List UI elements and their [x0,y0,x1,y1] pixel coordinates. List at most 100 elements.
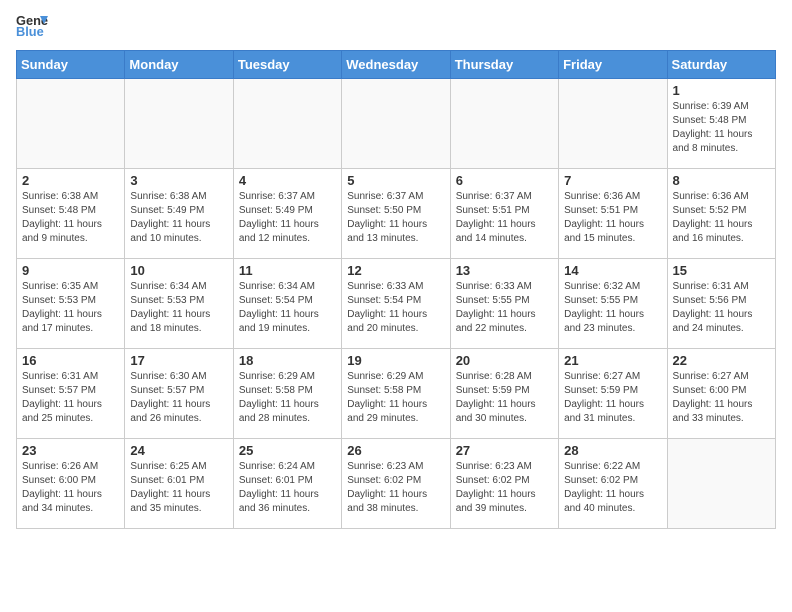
day-number: 4 [239,173,336,188]
day-number: 8 [673,173,770,188]
calendar-cell: 15 Sunrise: 6:31 AM Sunset: 5:56 PM Dayli… [667,259,775,349]
day-number: 10 [130,263,227,278]
day-info: Sunrise: 6:33 AM Sunset: 5:55 PM Dayligh… [456,280,553,336]
day-info: Sunrise: 6:27 AM Sunset: 6:00 PM Dayligh… [673,370,770,426]
weekday-header-thursday: Thursday [450,51,558,79]
svg-text:Blue: Blue [16,24,44,39]
day-number: 7 [564,173,661,188]
calendar-cell [450,79,558,169]
day-info: Sunrise: 6:39 AM Sunset: 5:48 PM Dayligh… [673,100,770,156]
day-number: 12 [347,263,444,278]
weekday-header-friday: Friday [559,51,667,79]
calendar-cell: 25Sunrise: 6:24 AM Sunset: 6:01 PM Dayli… [233,439,341,529]
day-info: Sunrise: 6:29 AM Sunset: 5:58 PM Dayligh… [347,370,444,426]
calendar-cell: 28Sunrise: 6:22 AM Sunset: 6:02 PM Dayli… [559,439,667,529]
calendar-cell [667,439,775,529]
day-info: Sunrise: 6:29 AM Sunset: 5:58 PM Dayligh… [239,370,336,426]
weekday-header-monday: Monday [125,51,233,79]
day-number: 19 [347,353,444,368]
week-row-5: 23 Sunrise: 6:26 AM Sunset: 6:00 PM Dayli… [17,439,776,529]
day-number: 14 [564,263,661,278]
calendar-cell: 6 Sunrise: 6:37 AM Sunset: 5:51 PM Daylig… [450,169,558,259]
calendar-cell: 3 Sunrise: 6:38 AM Sunset: 5:49 PM Daylig… [125,169,233,259]
calendar-cell: 13 Sunrise: 6:33 AM Sunset: 5:55 PM Dayli… [450,259,558,349]
day-info: Sunrise: 6:27 AM Sunset: 5:59 PM Dayligh… [564,370,661,426]
calendar-cell: 23 Sunrise: 6:26 AM Sunset: 6:00 PM Dayli… [17,439,125,529]
day-info: Sunrise: 6:25 AM Sunset: 6:01 PM Dayligh… [130,460,227,516]
calendar-cell: 10 Sunrise: 6:34 AM Sunset: 5:53 PM Dayli… [125,259,233,349]
day-info: Sunrise: 6:31 AM Sunset: 5:57 PM Dayligh… [22,370,119,426]
calendar-cell: 22 Sunrise: 6:27 AM Sunset: 6:00 PM Dayli… [667,349,775,439]
weekday-header-saturday: Saturday [667,51,775,79]
calendar-cell: 24Sunrise: 6:25 AM Sunset: 6:01 PM Dayli… [125,439,233,529]
day-number: 16 [22,353,119,368]
calendar-cell: 2Sunrise: 6:38 AM Sunset: 5:48 PM Daylig… [17,169,125,259]
day-number: 6 [456,173,553,188]
calendar-cell: 1 Sunrise: 6:39 AM Sunset: 5:48 PM Daylig… [667,79,775,169]
day-number: 21 [564,353,661,368]
day-info: Sunrise: 6:36 AM Sunset: 5:52 PM Dayligh… [673,190,770,246]
calendar-cell: 14 Sunrise: 6:32 AM Sunset: 5:55 PM Dayli… [559,259,667,349]
week-row-1: 1 Sunrise: 6:39 AM Sunset: 5:48 PM Daylig… [17,79,776,169]
calendar-cell: 26 Sunrise: 6:23 AM Sunset: 6:02 PM Dayli… [342,439,450,529]
calendar-cell: 27 Sunrise: 6:23 AM Sunset: 6:02 PM Dayli… [450,439,558,529]
day-info: Sunrise: 6:32 AM Sunset: 5:55 PM Dayligh… [564,280,661,336]
day-number: 1 [673,83,770,98]
day-number: 11 [239,263,336,278]
day-info: Sunrise: 6:38 AM Sunset: 5:48 PM Dayligh… [22,190,119,246]
calendar-cell [559,79,667,169]
day-info: Sunrise: 6:26 AM Sunset: 6:00 PM Dayligh… [22,460,119,516]
calendar-table: SundayMondayTuesdayWednesdayThursdayFrid… [16,50,776,529]
header: General Blue [16,16,776,40]
day-number: 23 [22,443,119,458]
weekday-header-wednesday: Wednesday [342,51,450,79]
day-number: 20 [456,353,553,368]
day-number: 15 [673,263,770,278]
day-info: Sunrise: 6:36 AM Sunset: 5:51 PM Dayligh… [564,190,661,246]
day-info: Sunrise: 6:37 AM Sunset: 5:51 PM Dayligh… [456,190,553,246]
calendar-cell: 5Sunrise: 6:37 AM Sunset: 5:50 PM Daylig… [342,169,450,259]
day-number: 22 [673,353,770,368]
day-number: 28 [564,443,661,458]
weekday-header-sunday: Sunday [17,51,125,79]
day-number: 26 [347,443,444,458]
calendar-cell: 19 Sunrise: 6:29 AM Sunset: 5:58 PM Dayli… [342,349,450,439]
day-number: 9 [22,263,119,278]
day-info: Sunrise: 6:35 AM Sunset: 5:53 PM Dayligh… [22,280,119,336]
day-info: Sunrise: 6:34 AM Sunset: 5:53 PM Dayligh… [130,280,227,336]
day-info: Sunrise: 6:23 AM Sunset: 6:02 PM Dayligh… [456,460,553,516]
week-row-4: 16 Sunrise: 6:31 AM Sunset: 5:57 PM Dayli… [17,349,776,439]
calendar-cell: 16 Sunrise: 6:31 AM Sunset: 5:57 PM Dayli… [17,349,125,439]
day-info: Sunrise: 6:37 AM Sunset: 5:50 PM Dayligh… [347,190,444,246]
day-number: 13 [456,263,553,278]
calendar-cell [342,79,450,169]
calendar-cell: 17 Sunrise: 6:30 AM Sunset: 5:57 PM Dayli… [125,349,233,439]
day-info: Sunrise: 6:38 AM Sunset: 5:49 PM Dayligh… [130,190,227,246]
weekday-header-row: SundayMondayTuesdayWednesdayThursdayFrid… [17,51,776,79]
calendar-cell: 21 Sunrise: 6:27 AM Sunset: 5:59 PM Dayli… [559,349,667,439]
logo: General Blue [16,16,48,40]
day-number: 17 [130,353,227,368]
day-info: Sunrise: 6:30 AM Sunset: 5:57 PM Dayligh… [130,370,227,426]
calendar-cell: 20 Sunrise: 6:28 AM Sunset: 5:59 PM Dayli… [450,349,558,439]
calendar-cell: 4 Sunrise: 6:37 AM Sunset: 5:49 PM Daylig… [233,169,341,259]
calendar-cell: 8 Sunrise: 6:36 AM Sunset: 5:52 PM Daylig… [667,169,775,259]
calendar-cell: 18 Sunrise: 6:29 AM Sunset: 5:58 PM Dayli… [233,349,341,439]
calendar-cell: 12 Sunrise: 6:33 AM Sunset: 5:54 PM Dayli… [342,259,450,349]
week-row-2: 2Sunrise: 6:38 AM Sunset: 5:48 PM Daylig… [17,169,776,259]
day-number: 25 [239,443,336,458]
day-number: 3 [130,173,227,188]
week-row-3: 9 Sunrise: 6:35 AM Sunset: 5:53 PM Daylig… [17,259,776,349]
calendar-cell [233,79,341,169]
day-info: Sunrise: 6:33 AM Sunset: 5:54 PM Dayligh… [347,280,444,336]
day-number: 27 [456,443,553,458]
calendar-cell: 9 Sunrise: 6:35 AM Sunset: 5:53 PM Daylig… [17,259,125,349]
day-info: Sunrise: 6:37 AM Sunset: 5:49 PM Dayligh… [239,190,336,246]
calendar-cell [125,79,233,169]
logo-icon: General Blue [16,12,48,40]
day-info: Sunrise: 6:31 AM Sunset: 5:56 PM Dayligh… [673,280,770,336]
day-info: Sunrise: 6:28 AM Sunset: 5:59 PM Dayligh… [456,370,553,426]
day-info: Sunrise: 6:23 AM Sunset: 6:02 PM Dayligh… [347,460,444,516]
day-number: 18 [239,353,336,368]
calendar-cell: 11Sunrise: 6:34 AM Sunset: 5:54 PM Dayli… [233,259,341,349]
